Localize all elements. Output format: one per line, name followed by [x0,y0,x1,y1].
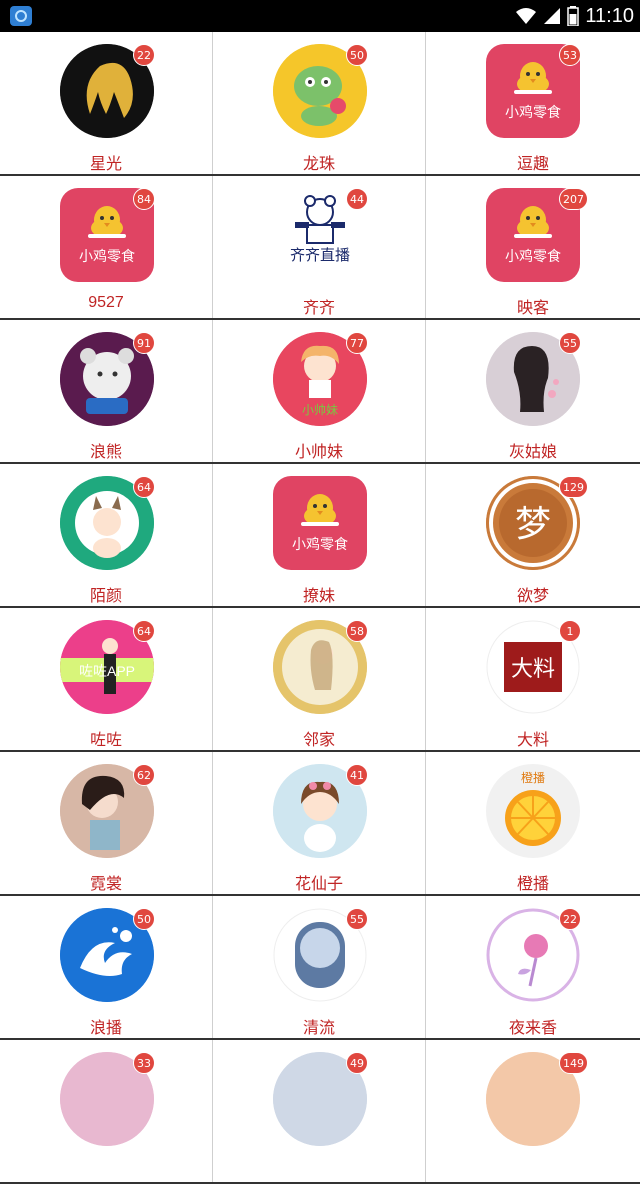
app-tile[interactable]: 小鸡零食 53 逗趣 [426,32,640,174]
battery-icon [567,6,580,26]
app-tile[interactable]: 小鸡零食 207 映客 [426,176,640,318]
grid-row: 62 霓裳 41 花仙子 橙播 橙播 [0,752,640,896]
app-label[interactable]: 逗趣 [426,150,640,174]
app-label[interactable]: 橙播 [426,870,640,894]
grid-row: 50 浪播 55 清流 22 夜来香 [0,896,640,1040]
icon-text: 小鸡零食 [505,104,561,121]
chick-food-icon[interactable]: 小鸡零食 [273,476,367,570]
status-bar: 11:10 [0,0,640,32]
grid-row: 小鸡零食 84 9527 齐齐直播 44 齐齐 小鸡零食 207 映客 [0,176,640,320]
count-badge: 58 [346,620,368,642]
app-label[interactable]: 霓裳 [0,870,212,894]
app-grid: 22 星光 50 龙珠 小鸡零食 53 逗趣 小鸡零食 84 9527 齐齐直播… [0,32,640,1184]
app-label[interactable]: 花仙子 [213,870,425,894]
count-badge: 207 [559,188,588,210]
app-tile[interactable]: 50 浪播 [0,896,213,1038]
count-badge: 91 [133,332,155,354]
app-tile[interactable]: 咗咗APP 64 咗咗 [0,608,213,750]
count-badge: 84 [133,188,155,210]
app-tile[interactable]: 33 [0,1040,213,1182]
icon-text: 小鸡零食 [292,536,348,553]
icon-text: 咗咗APP [79,663,135,679]
app-tile[interactable]: 55 清流 [213,896,426,1038]
count-badge: 53 [559,44,581,66]
count-badge: 50 [133,908,155,930]
icon-text: 小鸡零食 [505,248,561,265]
count-badge: 55 [559,332,581,354]
wifi-icon [516,8,537,24]
count-badge: 50 [346,44,368,66]
count-badge: 22 [133,44,155,66]
app-label[interactable]: 齐齐 [213,294,425,318]
count-badge: 44 [346,188,368,210]
count-badge: 149 [559,1052,588,1074]
count-badge: 33 [133,1052,155,1074]
icon-text: 小帅妹 [302,403,338,417]
app-tile[interactable]: 41 花仙子 [213,752,426,894]
app-label[interactable]: 陌颜 [0,582,212,606]
icon-text: 大料 [511,656,555,681]
icon-text: 小鸡零食 [79,248,135,265]
app-tile[interactable]: 22 夜来香 [426,896,640,1038]
count-badge: 62 [133,764,155,786]
app-label[interactable]: 映客 [426,294,640,318]
app-tile[interactable]: 梦 129 欲梦 [426,464,640,606]
icon-text: 齐齐直播 [290,247,350,264]
app-label[interactable]: 龙珠 [213,150,425,174]
count-badge: 55 [346,908,368,930]
icon-text: 梦 [515,504,551,544]
count-badge: 77 [346,332,368,354]
app-tile[interactable]: 小帅妹 77 小帅妹 [213,320,426,462]
app-tile[interactable]: 齐齐直播 44 齐齐 [213,176,426,318]
app-label[interactable]: 浪熊 [0,438,212,462]
app-label[interactable]: 邻家 [213,726,425,750]
app-tile[interactable]: 149 [426,1040,640,1182]
app-label[interactable]: 大料 [426,726,640,750]
count-badge: 41 [346,764,368,786]
app-tile[interactable]: 91 浪熊 [0,320,213,462]
app-tile[interactable]: 大料 1 大料 [426,608,640,750]
count-badge: 1 [559,620,581,642]
app-tile[interactable]: 62 霓裳 [0,752,213,894]
orange-slice-icon[interactable]: 橙播 [486,764,580,858]
grid-row: 22 星光 50 龙珠 小鸡零食 53 逗趣 [0,32,640,176]
count-badge: 129 [559,476,588,498]
status-time: 11:10 [585,4,634,27]
app-tile[interactable]: 55 灰姑娘 [426,320,640,462]
app-label[interactable]: 灰姑娘 [426,438,640,462]
signal-icon [544,8,561,24]
app-label[interactable]: 夜来香 [426,1014,640,1038]
count-badge: 49 [346,1052,368,1074]
grid-row: 咗咗APP 64 咗咗 58 邻家 大料 1 大料 [0,608,640,752]
count-badge: 64 [133,476,155,498]
app-label[interactable]: 9527 [0,294,212,312]
app-tile[interactable]: 49 [213,1040,426,1182]
status-indicators: 11:10 [515,0,634,32]
icon-text: 橙播 [521,770,545,785]
app-label[interactable]: 欲梦 [426,582,640,606]
app-tile[interactable]: 橙播 橙播 [426,752,640,894]
grid-row: 91 浪熊 小帅妹 77 小帅妹 55 灰姑娘 [0,320,640,464]
app-tile[interactable]: 64 陌颜 [0,464,213,606]
app-label[interactable]: 小帅妹 [213,438,425,462]
app-tile[interactable]: 小鸡零食 撩妹 [213,464,426,606]
grid-row: 64 陌颜 小鸡零食 撩妹 梦 129 欲梦 [0,464,640,608]
app-tile[interactable]: 58 邻家 [213,608,426,750]
app-label[interactable]: 星光 [0,150,212,174]
app-label[interactable]: 清流 [213,1014,425,1038]
app-label[interactable]: 浪播 [0,1014,212,1038]
count-badge: 22 [559,908,581,930]
app-tile[interactable]: 50 龙珠 [213,32,426,174]
app-label[interactable]: 咗咗 [0,726,212,750]
count-badge: 64 [133,620,155,642]
grid-row: 33 49 149 [0,1040,640,1184]
notification-app-icon [10,6,32,26]
app-tile[interactable]: 小鸡零食 84 9527 [0,176,213,318]
app-tile[interactable]: 22 星光 [0,32,213,174]
app-label[interactable]: 撩妹 [213,582,425,606]
